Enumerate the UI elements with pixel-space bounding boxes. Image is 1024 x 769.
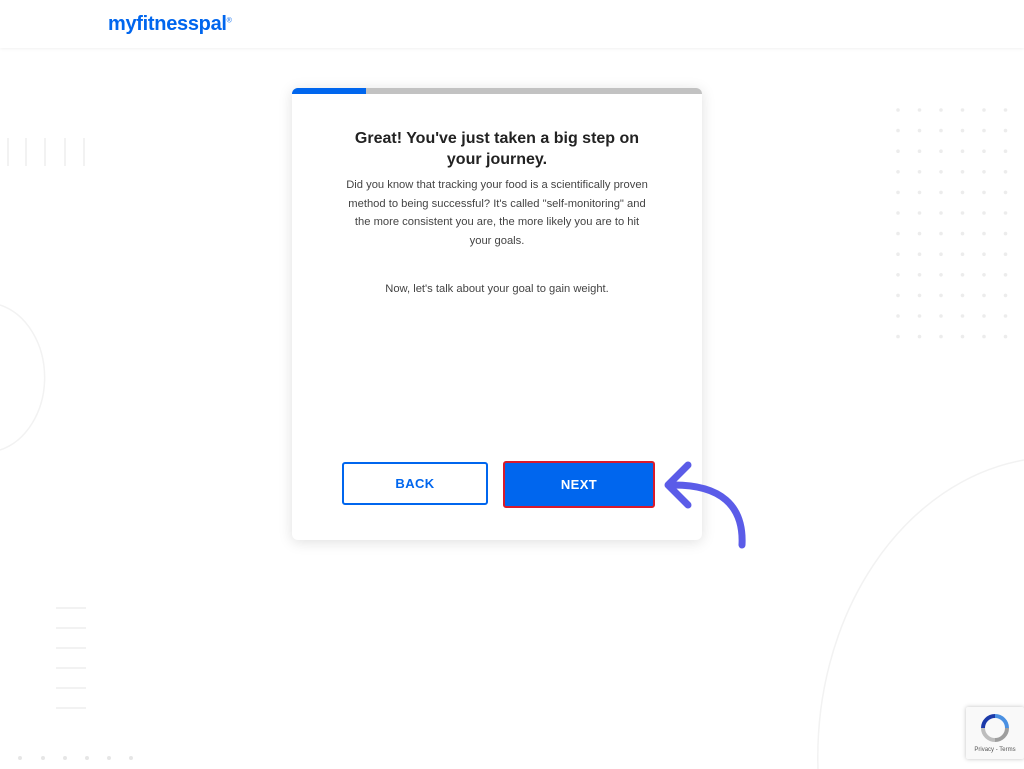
decorative-dot <box>960 190 965 195</box>
decorative-dot <box>939 314 943 318</box>
decorative-dot <box>982 190 986 195</box>
decorative-dot <box>960 314 965 318</box>
decorative-dot <box>896 252 900 256</box>
body-line: Did you know that tracking your food is … <box>346 179 648 191</box>
decorative-dot <box>896 190 900 195</box>
decorative-dot <box>917 231 922 236</box>
decorative-dot <box>960 334 965 339</box>
decorative-dot <box>1003 128 1008 133</box>
decorative-dot <box>896 108 900 112</box>
decorative-dot <box>1003 293 1008 298</box>
decorative-dot <box>982 231 986 236</box>
decorative-dot <box>917 273 922 277</box>
decorative-dot <box>896 231 900 236</box>
card-sub-text: Now, let's talk about your goal to gain … <box>385 283 609 295</box>
decorative-dot <box>939 108 943 112</box>
decorative-dot <box>982 170 986 174</box>
decorative-dot <box>960 211 965 215</box>
decorative-dot <box>1003 273 1008 277</box>
decorative-dot <box>982 211 986 215</box>
back-button[interactable]: BACK <box>342 462 488 505</box>
decorative-dot <box>982 128 986 133</box>
decorative-dot <box>939 149 943 153</box>
decorative-dot <box>939 190 943 195</box>
decorative-dot <box>896 334 900 339</box>
decorative-dot <box>982 334 986 339</box>
decorative-dot <box>960 293 965 298</box>
body-line: method to being successful? It's called … <box>348 197 646 210</box>
decorative-dot <box>917 211 922 215</box>
decorative-dot <box>896 128 900 133</box>
onboarding-card: Great! You've just taken a big step on y… <box>292 88 702 540</box>
progress-bar-fill <box>292 88 366 94</box>
decorative-dot <box>1003 190 1008 195</box>
decorative-dot <box>960 252 965 256</box>
decorative-dot <box>917 108 922 112</box>
body-line: your goals. <box>469 235 525 248</box>
decorative-dot <box>960 231 965 236</box>
decorative-dot <box>917 128 922 133</box>
decorative-dot <box>896 170 900 174</box>
decorative-dot <box>939 252 943 256</box>
decorative-dot <box>896 293 900 298</box>
decorative-dot <box>1003 149 1008 153</box>
decorative-dot <box>939 128 943 133</box>
decorative-dot <box>939 293 943 298</box>
recaptcha-badge[interactable]: Privacy - Terms <box>966 707 1024 759</box>
decorative-dot <box>917 170 922 174</box>
decorative-dot <box>1003 314 1008 318</box>
decorative-dot <box>982 314 986 318</box>
decorative-dot <box>939 170 943 174</box>
recaptcha-links[interactable]: Privacy - Terms <box>966 747 1024 753</box>
body-line: the more consistent you are, the more li… <box>354 216 640 229</box>
progress-bar <box>292 88 702 94</box>
decorative-dot <box>1003 231 1008 236</box>
next-button[interactable]: NEXT <box>503 461 655 508</box>
decorative-dot <box>982 108 986 112</box>
decorative-dot <box>960 108 965 112</box>
card-title-line-2: your journey. <box>446 151 548 168</box>
decorative-dot <box>1003 211 1008 215</box>
decorative-dot <box>960 273 965 277</box>
decorative-dot <box>917 252 922 256</box>
decorative-dot <box>1003 170 1008 174</box>
decorative-dot <box>896 149 900 153</box>
decorative-dot <box>917 334 922 339</box>
decorative-dot <box>982 293 986 298</box>
curved-arrow-icon <box>664 461 746 549</box>
decorative-dot <box>939 334 943 339</box>
decorative-dot <box>896 211 900 215</box>
decorative-dot <box>960 170 965 174</box>
decorative-dot <box>917 149 922 153</box>
decorative-dot <box>939 273 943 277</box>
card-title: Great! You've just taken a big step on y… <box>332 128 662 170</box>
decorative-dot <box>1003 334 1008 339</box>
decorative-dot <box>982 273 986 277</box>
decorative-dot <box>982 252 986 256</box>
decorative-dot <box>939 231 943 236</box>
decorative-dot <box>1003 108 1008 112</box>
decorative-dot <box>982 149 986 153</box>
decorative-dot <box>896 314 900 318</box>
decorative-dot <box>1003 252 1008 256</box>
decorative-dot <box>939 211 943 215</box>
recaptcha-icon <box>981 714 1009 742</box>
decorative-dot <box>917 190 922 195</box>
decorative-dot <box>917 293 922 298</box>
decorative-dot <box>960 128 965 133</box>
card-title-line-1: Great! You've just taken a big step on <box>354 130 640 147</box>
decorative-dot <box>917 314 922 318</box>
decorative-dot <box>960 149 965 153</box>
card-body-text: Did you know that tracking your food is … <box>326 176 668 251</box>
decorative-dot <box>896 273 900 277</box>
